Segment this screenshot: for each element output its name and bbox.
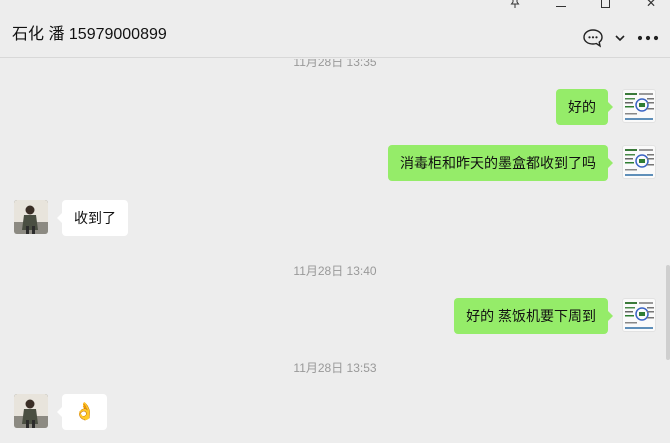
header-actions [582,28,660,48]
scrollbar[interactable] [666,265,670,360]
timestamp: 11月28日 13:40 [293,264,377,278]
chevron-down-icon[interactable] [614,33,626,43]
avatar-contact[interactable] [14,200,48,234]
message-list[interactable]: 11月28日 13:35 好的 消毒柜和昨天的墨盒都收到了吗 收到了 11月28… [0,59,670,443]
minimize-icon[interactable] [550,0,572,10]
close-icon[interactable]: ✕ [640,0,662,10]
chat-bubble-icon[interactable] [582,28,604,48]
chat-title: 石化 潘 15979000899 [12,26,167,43]
message-bubble-sent[interactable]: 好的 [556,89,613,125]
avatar-self[interactable] [622,145,656,179]
timestamp: 11月28日 13:35 [293,59,377,69]
maximize-icon[interactable] [594,0,616,10]
pin-icon[interactable] [504,0,526,10]
more-icon[interactable] [636,34,660,42]
window-controls: ✕ [480,0,670,12]
timestamp: 11月28日 13:53 [293,361,377,375]
message-bubble-sent[interactable]: 消毒柜和昨天的墨盒都收到了吗 [388,145,613,181]
avatar-contact[interactable] [14,394,48,428]
message-bubble-received[interactable]: 收到了 [57,200,128,236]
message-bubble-sent[interactable]: 好的 蒸饭机要下周到 [454,298,613,334]
avatar-self[interactable] [622,89,656,123]
message-bubble-received[interactable]: 👌 [56,394,108,430]
avatar-self[interactable] [622,298,656,332]
